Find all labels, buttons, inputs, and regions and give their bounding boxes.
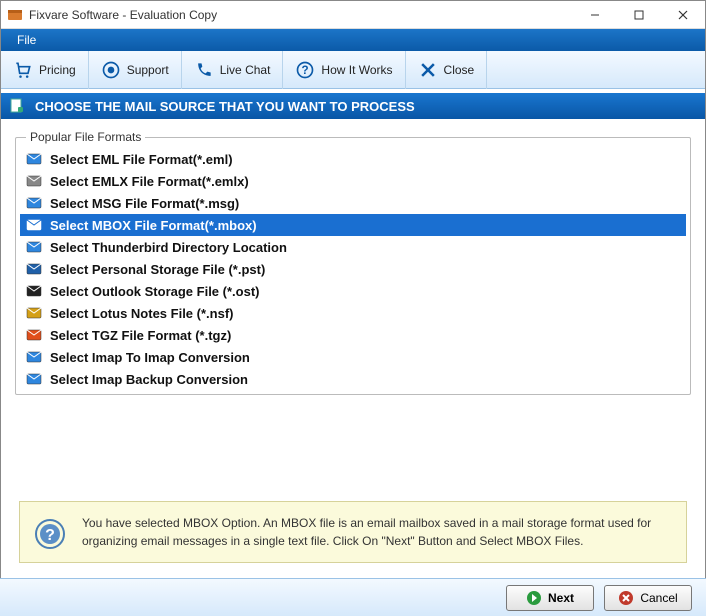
format-item[interactable]: Select Personal Storage File (*.pst) <box>20 258 686 280</box>
format-item[interactable]: Select Imap Backup Conversion <box>20 368 686 390</box>
format-item-label: Select MSG File Format(*.msg) <box>50 196 239 211</box>
next-button-label: Next <box>548 591 574 605</box>
content-area: Popular File Formats Select EML File For… <box>1 119 705 405</box>
toolbar-support[interactable]: Support <box>89 51 182 89</box>
format-list: Select EML File Format(*.eml) Select EMLX… <box>20 148 686 390</box>
info-panel: ? You have selected MBOX Option. An MBOX… <box>19 501 687 563</box>
cancel-x-icon <box>618 590 634 606</box>
format-item-label: Select Thunderbird Directory Location <box>50 240 287 255</box>
toolbar: Pricing Support Live Chat ? How It Works… <box>1 51 705 89</box>
header-banner: CHOOSE THE MAIL SOURCE THAT YOU WANT TO … <box>1 93 705 119</box>
phone-icon <box>194 60 214 80</box>
svg-text:?: ? <box>45 527 55 544</box>
toolbar-support-label: Support <box>127 63 169 77</box>
titlebar: Fixvare Software - Evaluation Copy <box>1 1 705 29</box>
toolbar-close-label: Close <box>444 63 475 77</box>
cart-icon <box>13 60 33 80</box>
next-arrow-icon <box>526 590 542 606</box>
toolbar-pricing[interactable]: Pricing <box>1 51 89 89</box>
msg-icon <box>26 195 42 211</box>
format-item[interactable]: Select Outlook Storage File (*.ost) <box>20 280 686 302</box>
format-item[interactable]: Select MSG File Format(*.msg) <box>20 192 686 214</box>
info-text: You have selected MBOX Option. An MBOX f… <box>82 514 672 550</box>
cancel-button-label: Cancel <box>640 591 677 605</box>
format-item-label: Select Lotus Notes File (*.nsf) <box>50 306 233 321</box>
info-icon: ? <box>34 518 66 550</box>
toolbar-howitworks[interactable]: ? How It Works <box>283 51 405 89</box>
menu-file[interactable]: File <box>9 31 44 49</box>
mbox-icon <box>26 217 42 233</box>
format-item-label: Select Outlook Storage File (*.ost) <box>50 284 259 299</box>
toolbar-livechat-label: Live Chat <box>220 63 271 77</box>
format-item[interactable]: Select Thunderbird Directory Location <box>20 236 686 258</box>
groupbox-legend: Popular File Formats <box>26 130 145 144</box>
format-item[interactable]: Select TGZ File Format (*.tgz) <box>20 324 686 346</box>
eml-icon <box>26 151 42 167</box>
nsf-icon <box>26 305 42 321</box>
format-item[interactable]: Select MBOX File Format(*.mbox) <box>20 214 686 236</box>
question-icon: ? <box>295 60 315 80</box>
format-item-label: Select EML File Format(*.eml) <box>50 152 233 167</box>
format-item[interactable]: Select EMLX File Format(*.emlx) <box>20 170 686 192</box>
window-title: Fixvare Software - Evaluation Copy <box>29 8 573 22</box>
banner-text: CHOOSE THE MAIL SOURCE THAT YOU WANT TO … <box>35 99 415 114</box>
headset-icon <box>101 60 121 80</box>
format-item-label: Select Personal Storage File (*.pst) <box>50 262 265 277</box>
format-item-label: Select TGZ File Format (*.tgz) <box>50 328 231 343</box>
cancel-button[interactable]: Cancel <box>604 585 692 611</box>
menubar: File <box>1 29 705 51</box>
format-item-label: Select Imap To Imap Conversion <box>50 350 250 365</box>
emlx-icon <box>26 173 42 189</box>
imapbk-icon <box>26 371 42 387</box>
maximize-button[interactable] <box>617 1 661 29</box>
pst-icon <box>26 261 42 277</box>
document-icon <box>9 98 25 114</box>
toolbar-pricing-label: Pricing <box>39 63 76 77</box>
close-icon <box>418 60 438 80</box>
ost-icon <box>26 283 42 299</box>
tbird-icon <box>26 239 42 255</box>
formats-groupbox: Popular File Formats Select EML File For… <box>15 137 691 395</box>
toolbar-howitworks-label: How It Works <box>321 63 392 77</box>
format-item[interactable]: Select EML File Format(*.eml) <box>20 148 686 170</box>
close-window-button[interactable] <box>661 1 705 29</box>
minimize-button[interactable] <box>573 1 617 29</box>
tgz-icon <box>26 327 42 343</box>
format-item-label: Select Imap Backup Conversion <box>50 372 248 387</box>
footer: Next Cancel <box>0 578 706 616</box>
app-icon <box>7 7 23 23</box>
toolbar-close[interactable]: Close <box>406 51 488 89</box>
format-item[interactable]: Select Imap To Imap Conversion <box>20 346 686 368</box>
toolbar-livechat[interactable]: Live Chat <box>182 51 284 89</box>
format-item[interactable]: Select Lotus Notes File (*.nsf) <box>20 302 686 324</box>
svg-text:?: ? <box>302 64 309 77</box>
format-item-label: Select EMLX File Format(*.emlx) <box>50 174 249 189</box>
imap-icon <box>26 349 42 365</box>
next-button[interactable]: Next <box>506 585 594 611</box>
format-item-label: Select MBOX File Format(*.mbox) <box>50 218 257 233</box>
